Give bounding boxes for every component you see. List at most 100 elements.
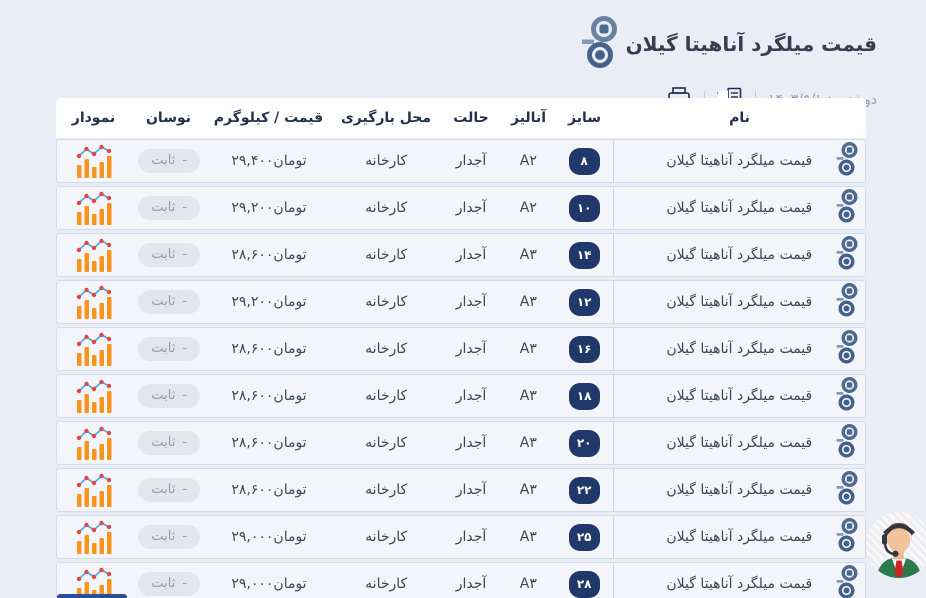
fluctuation-badge: ثابت - <box>138 384 200 408</box>
fluctuation-label: ثابت <box>151 577 175 590</box>
cell-size: ۸ <box>556 148 613 175</box>
cell-chart <box>57 520 132 554</box>
header-state: حالت <box>441 110 501 126</box>
table-row[interactable]: قیمت میلگرد آناهیتا گیلان ۲۸ A۳ آجدار کا… <box>56 562 866 598</box>
cell-state: آجدار <box>441 247 501 263</box>
cell-state: آجدار <box>441 529 501 545</box>
table-row[interactable]: قیمت میلگرد آناهیتا گیلان ۲۰ A۳ آجدار کا… <box>56 421 866 465</box>
cell-price: ۲۸,۶۰۰تومان <box>207 388 332 404</box>
cell-chart <box>57 238 132 272</box>
price-chart-icon[interactable] <box>75 332 113 366</box>
cell-price: ۲۹,۰۰۰تومان <box>207 529 332 545</box>
product-name: قیمت میلگرد آناهیتا گیلان <box>666 294 812 310</box>
table-row[interactable]: قیمت میلگرد آناهیتا گیلان ۲۵ A۳ آجدار کا… <box>56 515 866 559</box>
row-brand-icon <box>836 235 858 275</box>
price-unit: تومان <box>273 529 306 545</box>
price-amount: ۲۹,۲۰۰ <box>231 200 273 216</box>
cell-analysis: A۳ <box>501 529 556 545</box>
cell-size: ۱۰ <box>556 195 613 222</box>
price-amount: ۲۸,۶۰۰ <box>231 247 273 263</box>
cell-loading: کارخانه <box>331 200 441 216</box>
fluctuation-badge: ثابت - <box>138 525 200 549</box>
price-unit: تومان <box>273 435 306 451</box>
table-row[interactable]: قیمت میلگرد آناهیتا گیلان ۲۲ A۳ آجدار کا… <box>56 468 866 512</box>
cell-fluctuation: ثابت - <box>132 149 207 173</box>
row-brand-icon <box>836 423 858 463</box>
table-row[interactable]: قیمت میلگرد آناهیتا گیلان ۸ A۲ آجدار کار… <box>56 139 866 183</box>
cell-name[interactable]: قیمت میلگرد آناهیتا گیلان <box>613 375 865 417</box>
fluctuation-symbol: - <box>182 483 187 496</box>
price-chart-icon[interactable] <box>75 285 113 319</box>
header-loading: محل بارگیری <box>331 110 441 126</box>
product-name: قیمت میلگرد آناهیتا گیلان <box>666 341 812 357</box>
row-brand-icon <box>836 188 858 228</box>
cell-fluctuation: ثابت - <box>132 196 207 220</box>
price-chart-icon[interactable] <box>75 473 113 507</box>
cell-fluctuation: ثابت - <box>132 478 207 502</box>
fluctuation-badge: ثابت - <box>138 243 200 267</box>
fluctuation-symbol: - <box>182 577 187 590</box>
cell-name[interactable]: قیمت میلگرد آناهیتا گیلان <box>613 281 865 323</box>
cell-fluctuation: ثابت - <box>132 290 207 314</box>
fluctuation-symbol: - <box>182 436 187 449</box>
cell-name[interactable]: قیمت میلگرد آناهیتا گیلان <box>613 234 865 276</box>
size-badge: ۲۲ <box>569 477 600 504</box>
cell-name[interactable]: قیمت میلگرد آناهیتا گیلان <box>613 516 865 558</box>
fluctuation-badge: ثابت - <box>138 290 200 314</box>
price-chart-icon[interactable] <box>75 520 113 554</box>
size-badge: ۸ <box>569 148 600 175</box>
size-badge: ۲۸ <box>569 571 600 598</box>
row-brand-icon <box>836 376 858 416</box>
price-chart-icon[interactable] <box>75 238 113 272</box>
header-analysis: آنالیز <box>501 110 556 126</box>
cell-size: ۱۶ <box>556 336 613 363</box>
table-row[interactable]: قیمت میلگرد آناهیتا گیلان ۱۸ A۳ آجدار کا… <box>56 374 866 418</box>
cell-name[interactable]: قیمت میلگرد آناهیتا گیلان <box>613 187 865 229</box>
product-name: قیمت میلگرد آناهیتا گیلان <box>666 576 812 592</box>
table-row[interactable]: قیمت میلگرد آناهیتا گیلان ۱۶ A۳ آجدار کا… <box>56 327 866 371</box>
table-row[interactable]: قیمت میلگرد آناهیتا گیلان ۱۰ A۲ آجدار کا… <box>56 186 866 230</box>
price-chart-icon[interactable] <box>75 191 113 225</box>
row-brand-icon <box>836 517 858 557</box>
cell-state: آجدار <box>441 576 501 592</box>
cell-name[interactable]: قیمت میلگرد آناهیتا گیلان <box>613 328 865 370</box>
fluctuation-badge: ثابت - <box>138 196 200 220</box>
cell-state: آجدار <box>441 200 501 216</box>
size-badge: ۱۴ <box>569 242 600 269</box>
cell-state: آجدار <box>441 435 501 451</box>
cell-name[interactable]: قیمت میلگرد آناهیتا گیلان <box>613 140 865 182</box>
size-badge: ۲۵ <box>569 524 600 551</box>
cell-fluctuation: ثابت - <box>132 243 207 267</box>
cell-chart <box>57 191 132 225</box>
table-row[interactable]: قیمت میلگرد آناهیتا گیلان ۱۲ A۳ آجدار کا… <box>56 280 866 324</box>
price-unit: تومان <box>273 576 306 592</box>
cell-chart <box>57 426 132 460</box>
cell-loading: کارخانه <box>331 247 441 263</box>
header-price: قیمت / کیلوگرم <box>206 110 331 126</box>
cell-analysis: A۳ <box>501 294 556 310</box>
price-unit: تومان <box>273 294 306 310</box>
support-chat-button[interactable] <box>866 512 926 578</box>
product-name: قیمت میلگرد آناهیتا گیلان <box>666 388 812 404</box>
fluctuation-badge: ثابت - <box>138 149 200 173</box>
price-chart-icon[interactable] <box>75 144 113 178</box>
price-chart-icon[interactable] <box>75 379 113 413</box>
cell-loading: کارخانه <box>331 294 441 310</box>
price-amount: ۲۸,۶۰۰ <box>231 435 273 451</box>
cell-name[interactable]: قیمت میلگرد آناهیتا گیلان <box>613 469 865 511</box>
cell-size: ۱۸ <box>556 383 613 410</box>
cell-name[interactable]: قیمت میلگرد آناهیتا گیلان <box>613 563 865 598</box>
price-chart-icon[interactable] <box>75 426 113 460</box>
fluctuation-label: ثابت <box>151 436 175 449</box>
row-brand-icon <box>836 564 858 598</box>
cell-name[interactable]: قیمت میلگرد آناهیتا گیلان <box>613 422 865 464</box>
cell-loading: کارخانه <box>331 435 441 451</box>
table-row[interactable]: قیمت میلگرد آناهیتا گیلان ۱۴ A۳ آجدار کا… <box>56 233 866 277</box>
cell-chart <box>57 285 132 319</box>
cell-chart <box>57 379 132 413</box>
product-name: قیمت میلگرد آناهیتا گیلان <box>666 200 812 216</box>
fluctuation-symbol: - <box>182 154 187 167</box>
fluctuation-label: ثابت <box>151 154 175 167</box>
fluctuation-label: ثابت <box>151 342 175 355</box>
cell-state: آجدار <box>441 341 501 357</box>
